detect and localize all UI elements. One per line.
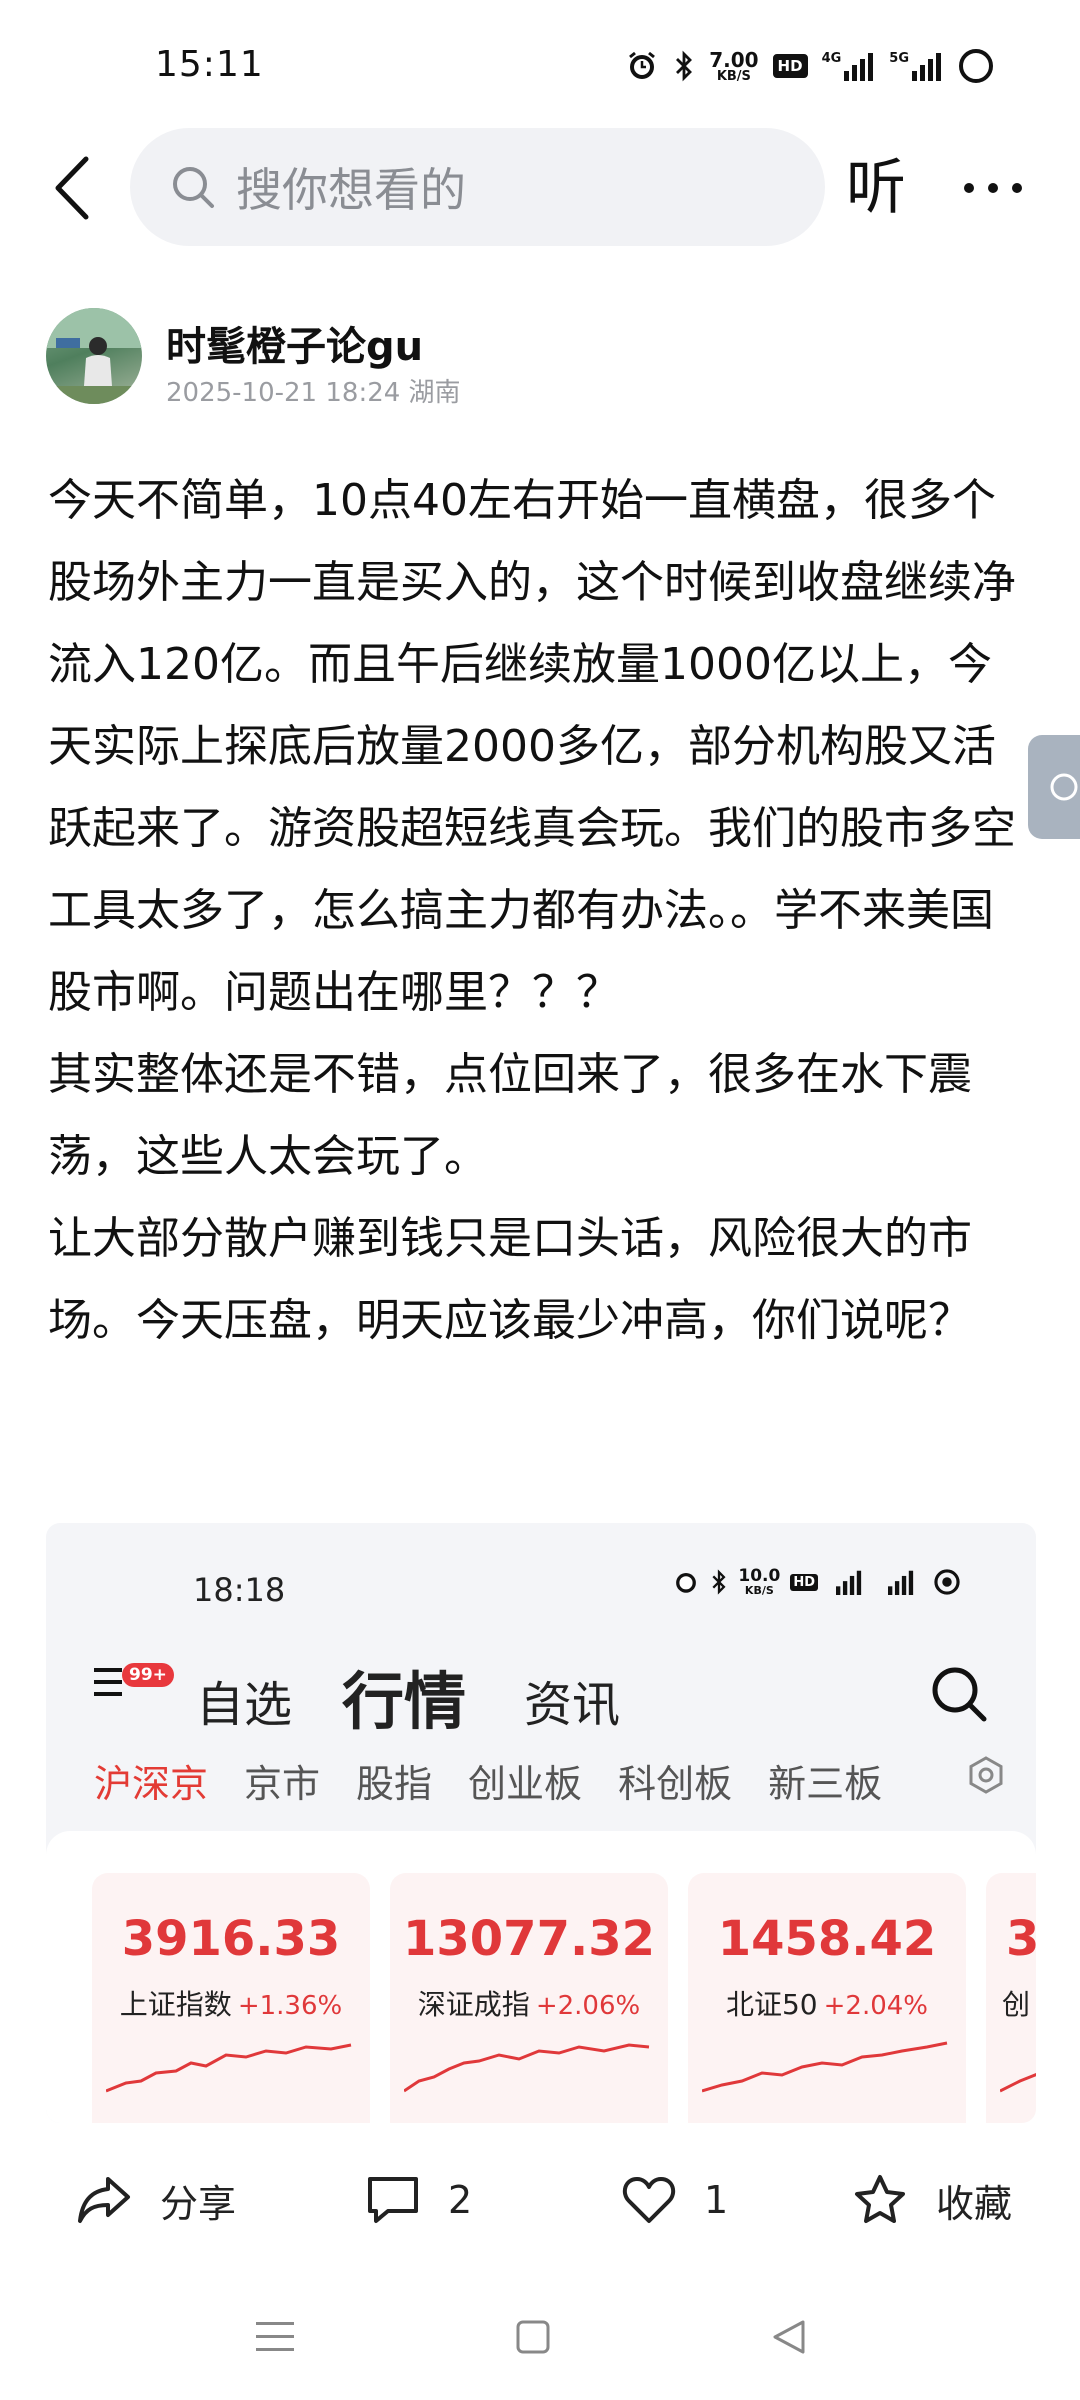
index-sparkline bbox=[106, 2043, 352, 2093]
settings-icon bbox=[969, 1756, 1003, 1794]
battery-icon bbox=[957, 47, 995, 85]
favorite-button[interactable]: 收藏 bbox=[852, 2165, 1012, 2235]
search-icon bbox=[932, 1667, 987, 1722]
tab-watchlist: 自选 bbox=[196, 1677, 293, 1733]
comment-count: 2 bbox=[448, 2178, 473, 2222]
subtab: 科创板 bbox=[618, 1762, 733, 1806]
index-sparkline bbox=[1000, 2072, 1036, 2093]
signal-4g-icon: 4G bbox=[822, 51, 876, 81]
index-change: +2.04% bbox=[823, 1991, 929, 2021]
index-card: 1458.42 北证50 +2.04% bbox=[688, 1873, 966, 2123]
embedded-screenshot[interactable]: 18:18 10.0 KB/S HD 99+ 自选 行情 资讯 沪深京 京市 股… bbox=[46, 1523, 1036, 2123]
signal-icon bbox=[836, 1570, 862, 1595]
subtab: 股指 bbox=[356, 1762, 433, 1806]
index-change: +1.36% bbox=[237, 1991, 343, 2021]
comment-icon bbox=[366, 2175, 420, 2225]
more-dots-icon bbox=[964, 183, 1022, 193]
subtab: 京市 bbox=[244, 1762, 321, 1806]
index-value: 1458.42 bbox=[717, 1911, 937, 1967]
market-subtabs: 沪深京 京市 股指 创业板 科创板 新三板 bbox=[94, 1753, 918, 1808]
index-value: 3 bbox=[1006, 1911, 1036, 1967]
like-button[interactable]: 1 bbox=[622, 2165, 728, 2235]
comment-button[interactable]: 2 bbox=[366, 2165, 472, 2235]
index-name: 上证指数 +1.36% bbox=[119, 1988, 343, 2021]
square-icon bbox=[516, 2320, 550, 2354]
action-bar: 分享 2 1 收藏 bbox=[0, 2135, 1080, 2265]
post-paragraph: 其实整体还是不错，点位回来了，很多在水下震荡，这些人太会玩了。 bbox=[48, 1049, 972, 1182]
home-button[interactable] bbox=[508, 2312, 558, 2362]
avatar[interactable] bbox=[46, 308, 142, 404]
bluetooth-icon bbox=[673, 49, 695, 83]
tab-market: 行情 bbox=[342, 1665, 467, 1738]
share-icon bbox=[76, 2175, 132, 2225]
triangle-back-icon bbox=[773, 2320, 805, 2354]
author-name[interactable]: 时髦橙子论gu bbox=[166, 314, 423, 372]
index-name: 北证50 +2.04% bbox=[725, 1988, 929, 2021]
index-value: 13077.32 bbox=[402, 1911, 656, 1967]
index-name: 深证成指 +2.06% bbox=[417, 1988, 641, 2021]
floating-side-tab[interactable] bbox=[1028, 735, 1080, 839]
subtab: 新三板 bbox=[768, 1762, 883, 1806]
subtab: 沪深京 bbox=[94, 1762, 209, 1806]
embed-net-speed: 10.0 KB/S bbox=[738, 1566, 781, 1597]
back-button[interactable] bbox=[40, 153, 104, 223]
heart-icon bbox=[622, 2175, 676, 2225]
embed-status-icons: 10.0 KB/S HD bbox=[672, 1567, 962, 1597]
hd-voice-badge: HD bbox=[790, 1573, 818, 1591]
search-input[interactable]: 搜你想看的 bbox=[130, 128, 825, 246]
index-panel: 3916.33 上证指数 +1.36% 13077.32 深证成指 +2.06% 1… bbox=[46, 1831, 1036, 2123]
more-button[interactable] bbox=[958, 155, 1028, 221]
search-icon bbox=[170, 164, 216, 210]
index-card: 3916.33 上证指数 +1.36% bbox=[92, 1873, 370, 2123]
index-sparkline bbox=[404, 2043, 650, 2093]
index-value: 3916.33 bbox=[121, 1911, 341, 1967]
post-paragraph: 今天不简单，10点40左右开始一直横盘，很多个股场外主力一直是买入的，这个时候到… bbox=[48, 475, 1016, 1018]
tab-news: 资讯 bbox=[524, 1677, 621, 1733]
favorite-label: 收藏 bbox=[936, 2181, 1013, 2226]
index-change: +2.06% bbox=[535, 1991, 641, 2021]
embed-status-time: 18:18 bbox=[193, 1571, 286, 1609]
post-paragraph: 让大部分散户赚到钱只是口头话，风险很大的市场。今天压盘，明天应该最少冲高，你们说… bbox=[48, 1213, 972, 1346]
signal-icon bbox=[888, 1570, 914, 1595]
status-time: 15:11 bbox=[155, 44, 264, 85]
share-label: 分享 bbox=[160, 2181, 237, 2226]
menu-lines-icon bbox=[256, 2322, 294, 2351]
top-header: 搜你想看的 听 bbox=[0, 125, 1080, 250]
bluetooth-icon bbox=[712, 1569, 726, 1595]
system-nav-bar bbox=[0, 2270, 1080, 2400]
signal-5g-icon: 5G bbox=[889, 51, 943, 81]
hd-voice-badge: HD bbox=[772, 54, 808, 78]
status-bar: 15:11 7.00 KB/S HD 4G 5G bbox=[0, 0, 1080, 136]
listen-button[interactable]: 听 bbox=[846, 153, 906, 223]
back-nav-button[interactable] bbox=[764, 2312, 814, 2362]
index-name: 创 bbox=[1002, 1988, 1031, 2021]
share-button[interactable]: 分享 bbox=[76, 2165, 236, 2235]
battery-icon bbox=[934, 1569, 960, 1595]
chevron-left-icon bbox=[55, 156, 89, 220]
recent-apps-button[interactable] bbox=[250, 2312, 300, 2362]
star-icon bbox=[852, 2173, 908, 2227]
post-meta: 2025-10-21 18:24 湖南 bbox=[166, 378, 461, 408]
status-icons: 7.00 KB/S HD 4G 5G bbox=[625, 44, 995, 88]
post-body: 今天不简单，10点40左右开始一直横盘，很多个股场外主力一直是买入的，这个时候到… bbox=[48, 460, 1033, 1362]
subtab: 创业板 bbox=[468, 1762, 583, 1806]
net-speed: 7.00 KB/S bbox=[709, 47, 759, 84]
notification-badge: 99+ bbox=[122, 1663, 174, 1687]
alarm-icon bbox=[676, 1572, 697, 1593]
index-sparkline bbox=[702, 2041, 948, 2093]
index-card: 13077.32 深证成指 +2.06% bbox=[390, 1873, 668, 2123]
index-card: 3 创 bbox=[986, 1873, 1036, 2123]
author-row: 时髦橙子论gu 2025-10-21 18:24 湖南 bbox=[46, 308, 1026, 408]
like-count: 1 bbox=[704, 2178, 729, 2222]
alarm-icon bbox=[625, 49, 659, 83]
search-placeholder: 搜你想看的 bbox=[236, 163, 466, 217]
